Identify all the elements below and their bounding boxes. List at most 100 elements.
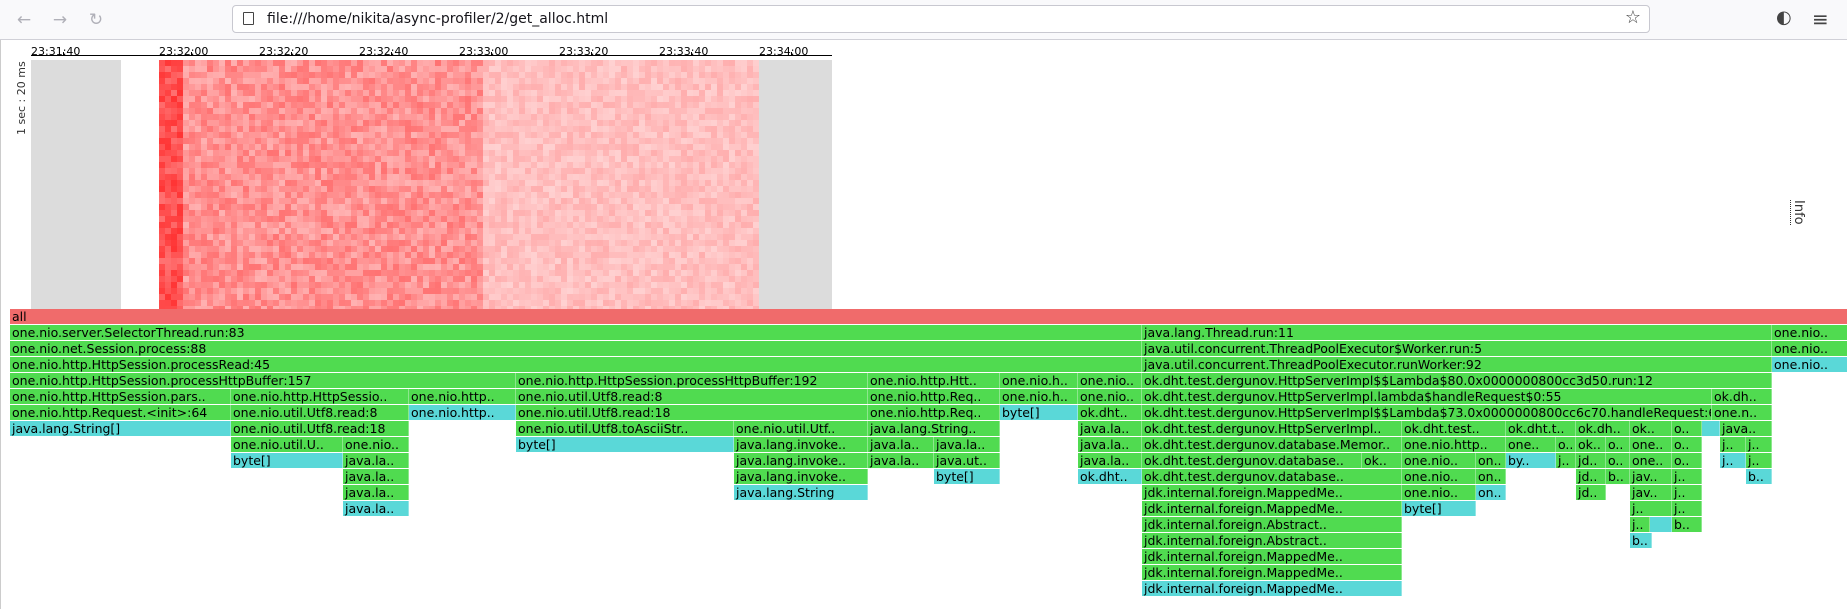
flame-frame[interactable]: java.lang.invoke.. xyxy=(734,469,868,484)
flame-frame[interactable]: java.la.. xyxy=(1078,437,1142,452)
flame-frame[interactable]: jd.. xyxy=(1576,485,1606,500)
bookmark-star-icon[interactable]: ☆ xyxy=(1625,7,1641,28)
flame-frame[interactable]: j.. xyxy=(1746,437,1772,452)
flame-frame[interactable]: one.nio.http.HttpSessio.. xyxy=(231,389,409,404)
flame-frame[interactable]: j.. xyxy=(1630,517,1650,532)
flame-frame[interactable]: o.. xyxy=(1606,437,1630,452)
flame-frame[interactable]: jdk.internal.foreign.Abstract.. xyxy=(1142,517,1402,532)
flame-frame[interactable]: jav.. xyxy=(1630,485,1672,500)
flame-frame[interactable]: java.lang.invoke.. xyxy=(734,437,868,452)
flame-frame[interactable]: j.. xyxy=(1672,501,1702,516)
flame-frame[interactable]: j.. xyxy=(1630,501,1672,516)
flame-frame[interactable]: one.nio.util.Utf8.read:8 xyxy=(516,389,868,404)
flame-frame[interactable]: by.. xyxy=(1506,453,1556,468)
flame-frame[interactable]: one.nio.. xyxy=(1402,469,1476,484)
flame-frame[interactable]: java.lang.String[] xyxy=(10,421,231,436)
flame-frame[interactable]: ok.dht.. xyxy=(1078,469,1142,484)
flame-frame[interactable]: o.. xyxy=(1672,453,1702,468)
flame-frame[interactable]: java.lang.String xyxy=(734,485,868,500)
flame-frame[interactable]: o.. xyxy=(1672,437,1702,452)
flame-frame[interactable]: one.nio.util.Utf8.read:18 xyxy=(516,405,868,420)
flame-frame[interactable]: byte[] xyxy=(1000,405,1078,420)
flame-frame[interactable]: ok.dht.test.dergunov.database.Memor.. xyxy=(1142,437,1402,452)
flame-frame[interactable]: ok.dht.test.dergunov.HttpServerImpl.. xyxy=(1142,421,1402,436)
flame-frame[interactable]: o.. xyxy=(1606,453,1630,468)
flame-frame[interactable]: java.la.. xyxy=(343,469,409,484)
flame-frame[interactable]: one.. xyxy=(1630,437,1672,452)
forward-button[interactable]: → xyxy=(48,8,72,32)
flame-frame[interactable]: one.nio.util.Utf8.toAsciiStr.. xyxy=(516,421,734,436)
flame-frame[interactable]: ok.dht.test.. xyxy=(1402,421,1506,436)
flame-frame[interactable]: one.nio.net.Session.process:88 xyxy=(10,341,1142,356)
flame-frame[interactable]: java.lang.String.. xyxy=(868,421,1000,436)
flame-frame[interactable]: ok.dht.test.dergunov.database.. xyxy=(1142,469,1402,484)
menu-icon[interactable]: ≡ xyxy=(1812,7,1829,31)
flame-frame[interactable]: ok.dht.test.dergunov.HttpServerImpl$$Lam… xyxy=(1142,405,1712,420)
flame-frame[interactable]: one.nio.util.Utf.. xyxy=(734,421,868,436)
flame-frame[interactable]: one.nio.http.Req.. xyxy=(868,405,1000,420)
flame-frame[interactable]: jdk.internal.foreign.MappedMe.. xyxy=(1142,581,1402,596)
flame-frame[interactable]: j.. xyxy=(1720,437,1746,452)
flame-frame[interactable]: one.nio.http.. xyxy=(409,405,516,420)
flame-frame[interactable]: java.la.. xyxy=(343,501,409,516)
heatmap[interactable] xyxy=(31,60,832,310)
flame-frame[interactable]: one.nio.http.HttpSession.processRead:45 xyxy=(10,357,1142,372)
flame-frame[interactable]: one.nio.. xyxy=(1078,373,1142,388)
flame-frame[interactable]: one.nio.. xyxy=(1772,341,1847,356)
back-button[interactable]: ← xyxy=(12,8,36,32)
flame-frame[interactable]: jdk.internal.foreign.MappedMe.. xyxy=(1142,565,1402,580)
flame-frame[interactable]: ok.dht.t.. xyxy=(1506,421,1576,436)
flame-frame[interactable]: one.nio.h.. xyxy=(1000,373,1078,388)
flame-frame[interactable]: java.util.concurrent.ThreadPoolExecutor.… xyxy=(1142,357,1772,372)
flame-frame[interactable]: java.la.. xyxy=(1078,453,1142,468)
flame-frame[interactable]: ok.dht.test.dergunov.HttpServerImpl.lamb… xyxy=(1142,389,1712,404)
flame-frame[interactable]: byte[] xyxy=(231,453,343,468)
flame-frame[interactable]: one.nio.http.HttpSession.processHttpBuff… xyxy=(10,373,516,388)
pocket-icon[interactable]: ◐ xyxy=(1776,7,1792,28)
flame-frame[interactable]: java.la.. xyxy=(1078,421,1142,436)
flame-frame[interactable]: j.. xyxy=(1672,485,1702,500)
flame-frame[interactable]: ok.dht.. xyxy=(1078,405,1142,420)
flame-frame[interactable]: j.. xyxy=(1672,469,1702,484)
flame-frame[interactable]: b.. xyxy=(1606,469,1630,484)
flame-frame[interactable]: java.. xyxy=(1720,421,1772,436)
flame-frame[interactable]: j.. xyxy=(1720,453,1746,468)
flame-frame[interactable]: one.. xyxy=(1506,437,1556,452)
flame-frame[interactable]: one.nio.. xyxy=(1772,357,1847,372)
flame-frame[interactable]: one.nio.util.U.. xyxy=(231,437,343,452)
flame-frame[interactable]: o.. xyxy=(1672,421,1702,436)
flame-frame[interactable]: byte[] xyxy=(934,469,1000,484)
flame-frame[interactable]: b.. xyxy=(1672,517,1702,532)
flame-frame[interactable]: java.la.. xyxy=(934,437,1000,452)
flame-frame[interactable]: ok.dht.test.dergunov.HttpServerImpl$$Lam… xyxy=(1142,373,1772,388)
flame-frame[interactable]: one.. xyxy=(1630,453,1672,468)
flame-frame[interactable]: java.la.. xyxy=(868,453,934,468)
flame-frame[interactable] xyxy=(1702,421,1720,436)
flame-frame[interactable]: jdk.internal.foreign.MappedMe.. xyxy=(1142,501,1402,516)
flame-frame[interactable]: one.nio.. xyxy=(1402,485,1476,500)
flame-frame[interactable]: java.util.concurrent.ThreadPoolExecutor$… xyxy=(1142,341,1772,356)
flame-frame[interactable]: jav.. xyxy=(1630,469,1672,484)
flame-frame[interactable]: on.. xyxy=(1476,453,1506,468)
flame-frame[interactable]: ok.. xyxy=(1630,421,1672,436)
flame-frame[interactable]: one.nio.. xyxy=(1402,453,1476,468)
flame-frame[interactable]: java.la.. xyxy=(343,485,409,500)
info-button[interactable]: Info xyxy=(1790,200,1806,225)
flame-frame[interactable]: one.nio.http.HttpSession.processHttpBuff… xyxy=(516,373,868,388)
flame-frame[interactable]: all xyxy=(10,309,1847,324)
flame-frame[interactable]: jdk.internal.foreign.Abstract.. xyxy=(1142,533,1402,548)
flame-frame[interactable]: one.nio.http.HttpSession.pars.. xyxy=(10,389,231,404)
reload-button[interactable]: ↻ xyxy=(84,8,108,32)
flame-frame[interactable]: java.la.. xyxy=(868,437,934,452)
flame-frame[interactable]: j.. xyxy=(1556,453,1576,468)
flame-frame[interactable]: b.. xyxy=(1630,533,1652,548)
flame-frame[interactable]: jd.. xyxy=(1576,469,1606,484)
flame-frame[interactable]: one.nio.h.. xyxy=(1000,389,1078,404)
flame-frame[interactable]: ok.dh.. xyxy=(1712,389,1772,404)
flame-frame[interactable]: ok.. xyxy=(1576,437,1606,452)
flame-frame[interactable]: java.la.. xyxy=(343,453,409,468)
flame-frame[interactable]: ok.dht.test.dergunov.database.. xyxy=(1142,453,1362,468)
flame-frame[interactable]: b.. xyxy=(1746,469,1772,484)
flame-frame[interactable]: one.nio.http.. xyxy=(409,389,516,404)
flame-frame[interactable]: one.nio.http.. xyxy=(1402,437,1506,452)
